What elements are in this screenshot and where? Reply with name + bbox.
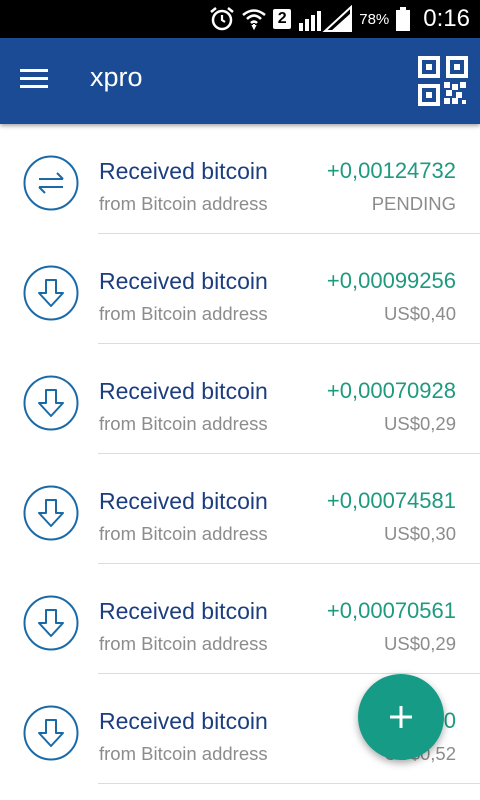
- received-icon: [23, 375, 79, 431]
- transaction-amount: +0,00074581: [326, 488, 456, 513]
- transaction-title: Received bitcoin: [99, 158, 268, 184]
- transaction-amount: +0,00099256: [326, 268, 456, 293]
- transaction-row[interactable]: Received bitcoin from Bitcoin address +0…: [0, 454, 480, 564]
- transaction-subtitle: from Bitcoin address: [99, 303, 268, 324]
- transaction-title: Received bitcoin: [99, 268, 268, 294]
- transaction-fiat-value: US$0,29: [384, 633, 456, 654]
- pending-transfer-icon: [23, 155, 79, 211]
- alarm-icon: [210, 7, 235, 31]
- transaction-subtitle: from Bitcoin address: [99, 413, 268, 434]
- received-icon: [23, 595, 79, 651]
- transaction-subtitle: from Bitcoin address: [99, 743, 268, 764]
- transaction-title: Received bitcoin: [99, 488, 268, 514]
- transaction-amount: +0,00124732: [326, 158, 456, 183]
- transaction-row[interactable]: Received bitcoin from Bitcoin address +0…: [0, 344, 480, 454]
- status-bar: 2 78% 0:16: [0, 0, 480, 38]
- transaction-fiat-value: US$0,40: [384, 303, 456, 324]
- plus-icon: [390, 706, 412, 728]
- row-divider: [98, 783, 480, 784]
- app-title: xpro: [90, 62, 143, 92]
- transaction-row[interactable]: Received bitcoin from Bitcoin address +0…: [0, 234, 480, 344]
- transaction-amount: +0,00070561: [326, 598, 456, 623]
- qr-code-icon[interactable]: [418, 56, 468, 106]
- transaction-row[interactable]: Received bitcoin from Bitcoin address +0…: [0, 564, 480, 674]
- transaction-title: Received bitcoin: [99, 378, 268, 404]
- menu-icon[interactable]: [20, 64, 60, 100]
- received-icon: [23, 705, 79, 761]
- received-icon: [23, 485, 79, 541]
- app-bar: xpro: [0, 38, 480, 124]
- transaction-fiat-value: US$0,29: [384, 413, 456, 434]
- transaction-amount: +0,00070928: [326, 378, 456, 403]
- transaction-row[interactable]: Received bitcoin from Bitcoin address +0…: [0, 124, 480, 234]
- received-icon: [23, 265, 79, 321]
- transaction-title: Received bitcoin: [99, 708, 268, 734]
- wifi-icon: [242, 9, 267, 31]
- transaction-subtitle: from Bitcoin address: [99, 193, 268, 214]
- signal-icon: [299, 5, 353, 32]
- transaction-title: Received bitcoin: [99, 598, 268, 624]
- sim-slot-label: 2: [277, 10, 287, 27]
- battery-percent: 78%: [359, 10, 390, 28]
- transaction-fiat-value: US$0,30: [384, 523, 456, 544]
- battery-icon: [396, 7, 411, 31]
- transaction-subtitle: from Bitcoin address: [99, 633, 268, 654]
- transaction-subtitle: from Bitcoin address: [99, 523, 268, 544]
- add-fab-button[interactable]: [358, 674, 444, 760]
- sim-icon: 2: [273, 9, 292, 29]
- transaction-status: PENDING: [371, 193, 456, 214]
- clock: 0:16: [423, 5, 470, 32]
